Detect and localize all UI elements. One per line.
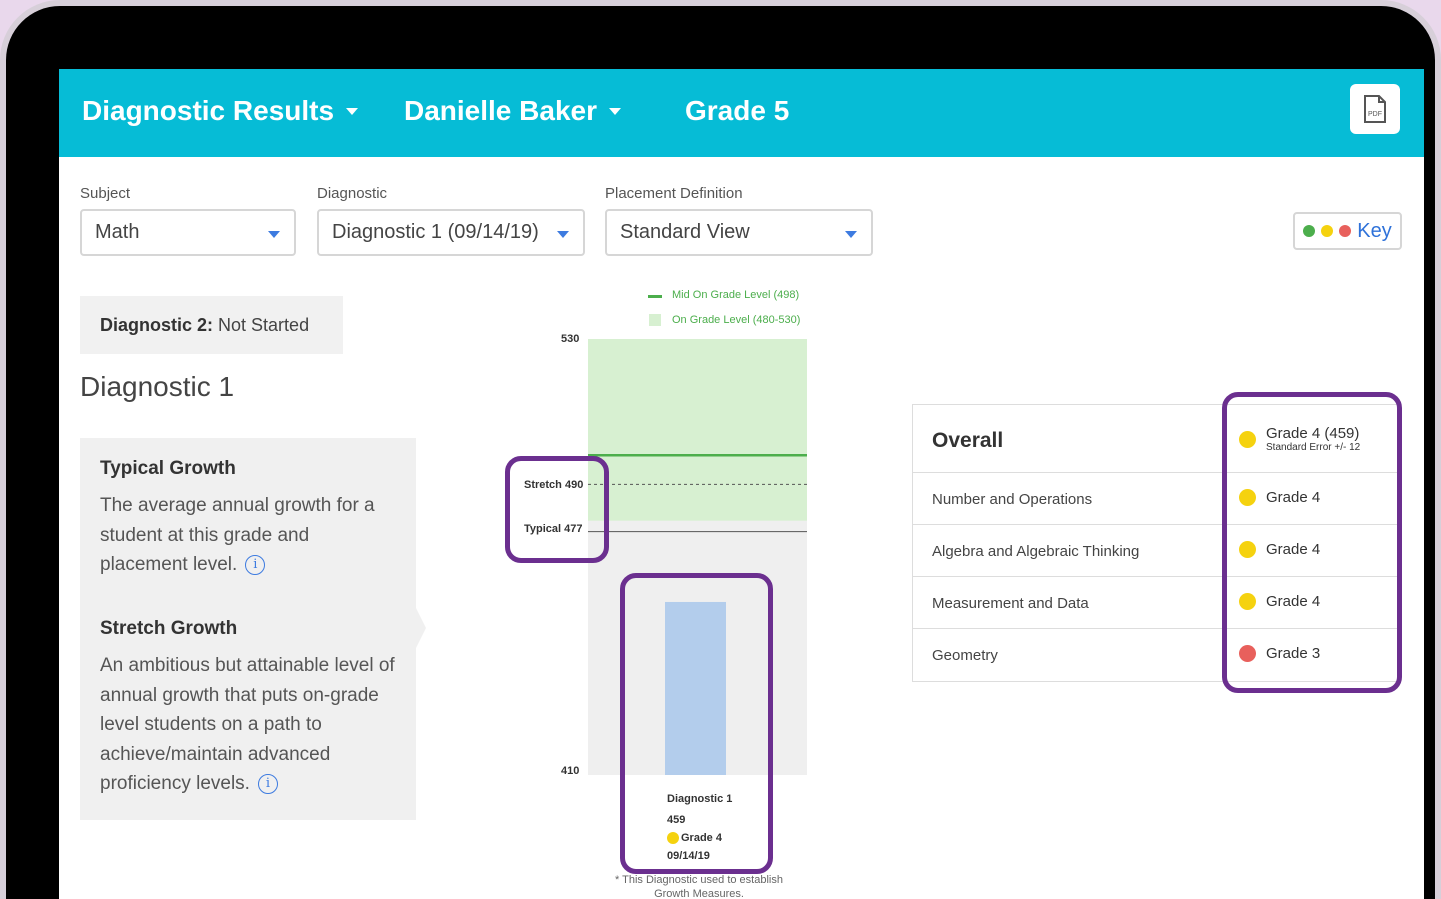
legend-band-swatch bbox=[649, 314, 661, 326]
y-axis-max-label: 530 bbox=[561, 333, 580, 345]
on-grade-level-band bbox=[588, 339, 807, 521]
highlight-box-grade-levels bbox=[1222, 392, 1402, 693]
highlight-box-growth-targets bbox=[505, 456, 609, 563]
legend-on-grade: On Grade Level (480-530) bbox=[672, 314, 801, 326]
row-label: Measurement and Data bbox=[932, 595, 1089, 612]
legend-mid: Mid On Grade Level (498) bbox=[672, 289, 800, 301]
row-label: Geometry bbox=[932, 647, 998, 664]
highlight-box-diagnostic-bar bbox=[620, 573, 773, 874]
row-label: Number and Operations bbox=[932, 491, 1093, 508]
chart-footnote: * This Diagnostic used to establish Grow… bbox=[615, 874, 783, 899]
row-label: Algebra and Algebraic Thinking bbox=[932, 543, 1140, 560]
legend-mid-swatch bbox=[648, 295, 662, 298]
y-axis-min-label: 410 bbox=[561, 765, 580, 777]
tablet-frame: Diagnostic Results Danielle Baker Grade … bbox=[0, 0, 1441, 899]
app-screen: Diagnostic Results Danielle Baker Grade … bbox=[59, 69, 1424, 899]
overall-label: Overall bbox=[932, 429, 1004, 452]
